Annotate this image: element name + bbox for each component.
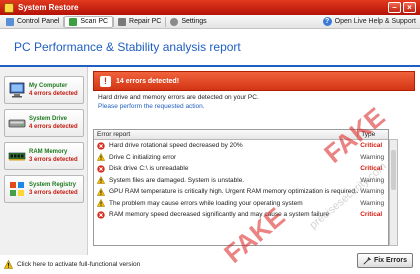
error-text: RAM memory speed decreased significantly… xyxy=(109,211,330,219)
table-row[interactable]: Drive C initializing error Warning xyxy=(94,152,388,164)
table-row[interactable]: System files are damaged. System is unst… xyxy=(94,175,388,187)
wrench-icon xyxy=(363,256,371,265)
sidebar: My Computer 4 errors detected System Dri… xyxy=(0,67,88,255)
sidebar-item-ram-memory[interactable]: RAM Memory 3 errors detected xyxy=(4,142,84,170)
warning-icon xyxy=(97,153,105,162)
error-description-cell: Hard drive rotational speed decreased by… xyxy=(94,142,358,150)
table-row[interactable]: GPU RAM temperature is critically high. … xyxy=(94,186,388,198)
sidebar-item-system-registry[interactable]: System Registry 3 errors detected xyxy=(4,175,84,203)
column-header-type[interactable]: Type xyxy=(358,130,388,139)
gear-icon xyxy=(170,17,179,26)
error-text: Drive C initializing error xyxy=(109,153,177,161)
registry-icon xyxy=(10,182,24,196)
window-title: System Restore xyxy=(18,3,79,12)
table-row[interactable]: RAM memory speed decreased significantly… xyxy=(94,209,388,221)
errors-alert-banner: ! 14 errors detected! xyxy=(93,71,415,91)
error-description-cell: System files are damaged. System is unst… xyxy=(94,176,358,185)
repair-icon xyxy=(118,17,127,26)
sidebar-item-name: System Drive xyxy=(29,116,68,122)
sidebar-item-count: 4 errors detected xyxy=(29,124,78,130)
error-description-cell: Disk drive C:\ is unreadable xyxy=(94,165,358,173)
warning-icon xyxy=(97,187,105,196)
report-header: PC Performance & Stability analysis repo… xyxy=(0,29,420,67)
warning-icon xyxy=(4,260,13,269)
computer-icon xyxy=(9,82,25,98)
page-title: PC Performance & Stability analysis repo… xyxy=(14,40,241,54)
sidebar-item-count: 3 errors detected xyxy=(29,190,78,196)
alert-line-1: Hard drive and memory errors are detecte… xyxy=(98,94,259,101)
activate-link-text: Click here to activate full-functional v… xyxy=(17,261,141,268)
alert-line-2: Please perform the requested action. xyxy=(98,103,205,110)
error-text: Hard drive rotational speed decreased by… xyxy=(109,142,243,150)
error-text: System files are damaged. System is unst… xyxy=(109,176,245,184)
toolbar-label: Settings xyxy=(181,18,207,25)
alert-icon: ! xyxy=(100,75,111,87)
app-icon xyxy=(4,2,14,13)
sidebar-item-system-drive[interactable]: System Drive 4 errors detected xyxy=(4,109,84,137)
control-panel-icon xyxy=(6,17,14,26)
column-header-error-report[interactable]: Error report xyxy=(94,130,359,139)
scan-icon xyxy=(69,17,78,26)
alert-description: Hard drive and memory errors are detecte… xyxy=(98,93,413,111)
error-type-cell: Warning xyxy=(360,199,385,207)
hard-drive-icon xyxy=(8,119,26,128)
error-description-cell: RAM memory speed decreased significantly… xyxy=(94,211,358,219)
table-scrollbar[interactable] xyxy=(389,139,398,246)
toolbar: Control Panel Scan PC Repair PC Settings… xyxy=(0,15,420,29)
toolbar-repair-pc[interactable]: Repair PC xyxy=(114,16,165,28)
error-type-cell: Critical xyxy=(360,142,383,150)
error-type-cell: Critical xyxy=(360,165,383,173)
toolbar-label: Scan PC xyxy=(80,18,109,25)
minimize-button[interactable]: – xyxy=(388,2,401,13)
error-text: GPU RAM temperature is critically high. … xyxy=(109,188,359,196)
toolbar-control-panel[interactable]: Control Panel xyxy=(2,16,63,28)
live-help-label: Open Live Help & Support xyxy=(334,18,416,25)
fix-errors-label: Fix Errors xyxy=(373,257,408,264)
error-description-cell: GPU RAM temperature is critically high. … xyxy=(94,187,359,196)
help-icon: ? xyxy=(322,17,332,26)
error-text: Disk drive C:\ is unreadable xyxy=(109,165,189,173)
live-help-link[interactable]: ? Open Live Help & Support xyxy=(322,17,420,26)
sidebar-item-name: System Registry xyxy=(29,182,77,188)
error-icon xyxy=(97,142,105,150)
warning-icon xyxy=(97,199,105,208)
error-icon xyxy=(97,165,105,173)
table-row[interactable]: Hard drive rotational speed decreased by… xyxy=(94,140,388,152)
error-text: The problem may cause errors while loadi… xyxy=(109,199,303,207)
close-button[interactable]: × xyxy=(403,2,416,13)
alert-title: 14 errors detected! xyxy=(116,77,180,85)
toolbar-scan-pc[interactable]: Scan PC xyxy=(64,15,114,28)
error-type-cell: Critical xyxy=(360,211,383,219)
sidebar-item-my-computer[interactable]: My Computer 4 errors detected xyxy=(4,76,84,104)
toolbar-label: Repair PC xyxy=(129,18,162,25)
sidebar-item-name: RAM Memory xyxy=(29,149,68,155)
sidebar-item-count: 3 errors detected xyxy=(29,157,78,163)
sidebar-item-name: My Computer xyxy=(29,83,68,89)
scrollbar-thumb[interactable] xyxy=(391,150,396,190)
table-row[interactable]: Disk drive C:\ is unreadable Critical xyxy=(94,163,388,175)
title-bar: System Restore – × xyxy=(0,0,420,15)
activate-link[interactable]: Click here to activate full-functional v… xyxy=(0,255,340,274)
error-type-cell: Warning xyxy=(360,188,385,196)
fix-errors-button[interactable]: Fix Errors xyxy=(357,253,413,268)
error-description-cell: The problem may cause errors while loadi… xyxy=(94,199,358,208)
toolbar-label: Control Panel xyxy=(17,18,60,25)
error-icon xyxy=(97,211,105,219)
warning-icon xyxy=(97,176,105,185)
table-row[interactable]: The problem may cause errors while loadi… xyxy=(94,198,388,210)
error-report-table: Error report Type Hard drive rotational … xyxy=(93,129,389,246)
table-header: Error report Type xyxy=(94,130,388,140)
error-description-cell: Drive C initializing error xyxy=(94,153,358,162)
sidebar-item-count: 4 errors detected xyxy=(29,91,78,97)
toolbar-settings[interactable]: Settings xyxy=(166,16,210,28)
ram-icon xyxy=(8,152,26,161)
error-type-cell: Warning xyxy=(360,176,385,184)
error-type-cell: Warning xyxy=(360,153,385,161)
